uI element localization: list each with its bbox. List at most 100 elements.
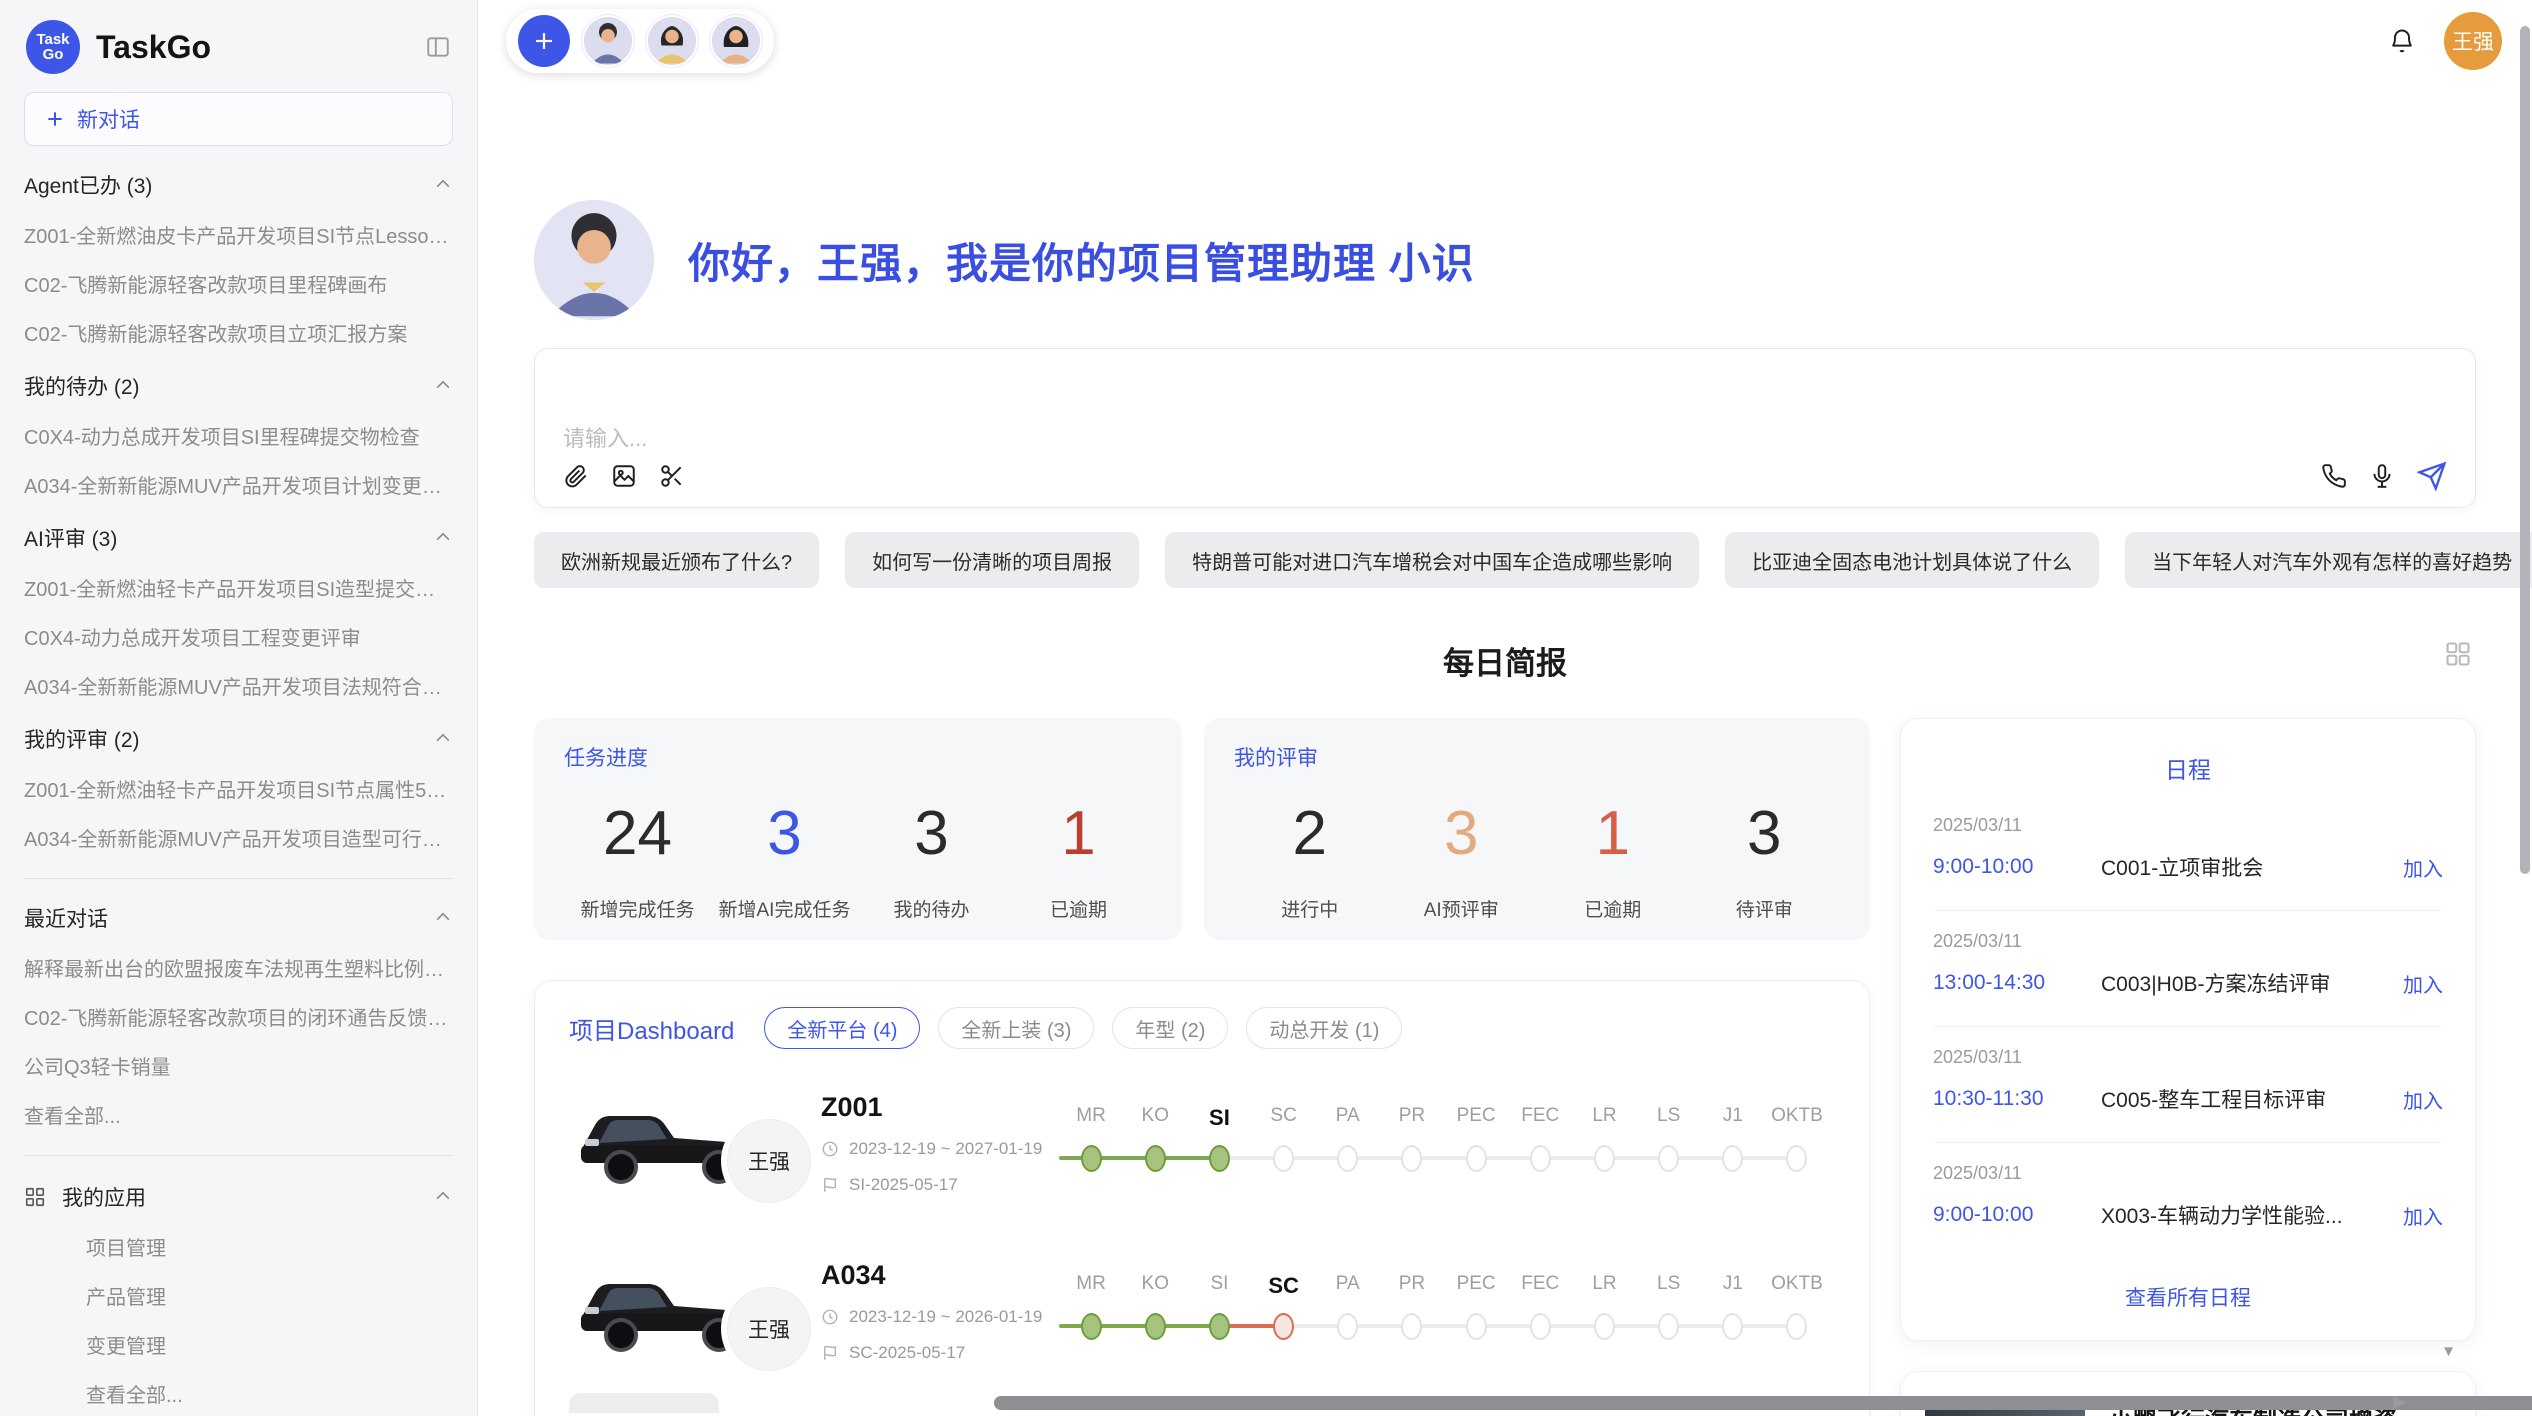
sidebar-item[interactable]: C02-飞腾新能源轻客改款项目的闭环通告反馈情况 xyxy=(24,1002,453,1031)
agent-avatar[interactable] xyxy=(710,15,762,67)
sidebar-item[interactable]: C0X4-动力总成开发项目SI里程碑提交物检查 xyxy=(24,421,453,450)
join-link[interactable]: 加入 xyxy=(2385,1085,2443,1114)
suggestion-chip[interactable]: 比亚迪全固态电池计划具体说了什么 xyxy=(1725,532,2099,588)
stat-value: 1 xyxy=(1005,798,1152,869)
horizontal-scrollbar[interactable] xyxy=(994,1396,2532,1410)
sidebar-item[interactable]: C0X4-动力总成开发项目工程变更评审 xyxy=(24,622,453,651)
owner-badge: 王强 xyxy=(727,1119,811,1203)
stats-card-title: 我的评审 xyxy=(1234,742,1840,772)
sidebar-item[interactable]: Z001-全新燃油轻卡产品开发项目SI造型提交物评审 xyxy=(24,573,453,602)
milestone-node xyxy=(1658,1145,1679,1172)
collapse-sidebar-icon[interactable] xyxy=(425,34,451,60)
milestone-label: KO xyxy=(1123,1105,1187,1131)
agent-avatar[interactable] xyxy=(582,15,634,67)
section-header[interactable]: 我的待办 (2) xyxy=(24,371,453,401)
join-link[interactable]: 加入 xyxy=(2385,1201,2443,1230)
send-icon[interactable] xyxy=(2417,461,2447,491)
dashboard-tab[interactable]: 动总开发 (1) xyxy=(1246,1007,1402,1049)
dashboard-header: 项目Dashboard 全新平台 (4)全新上装 (3)年型 (2)动总开发 (… xyxy=(535,981,1869,1057)
milestone-node xyxy=(1145,1313,1166,1340)
scissors-icon[interactable] xyxy=(659,463,685,489)
join-link[interactable]: 加入 xyxy=(2385,969,2443,998)
topbar: 王强 xyxy=(478,0,2532,72)
dashboard-tab[interactable]: 全新平台 (4) xyxy=(764,1007,920,1049)
suggestion-chip[interactable]: 欧洲新规最近颁布了什么? xyxy=(534,532,819,588)
dashboard-tab[interactable]: 年型 (2) xyxy=(1112,1007,1228,1049)
add-agent-button[interactable] xyxy=(518,15,570,67)
view-all-link[interactable]: 查看全部... xyxy=(24,1100,453,1129)
attachment-icon[interactable] xyxy=(563,463,589,489)
vertical-scrollbar[interactable] xyxy=(2520,26,2530,874)
project-flag-label: SI-2025-05-17 xyxy=(849,1175,958,1195)
milestone-nodes xyxy=(1059,1303,1829,1349)
project-dates: 2023-12-19 ~ 2027-01-19 xyxy=(849,1139,1042,1159)
scroll-down-arrow-icon[interactable]: ▼ xyxy=(2441,1343,2456,1360)
chevron-up-icon xyxy=(433,729,453,749)
sidebar-header: Task Go TaskGo xyxy=(24,14,453,92)
section-header[interactable]: AI评审 (3) xyxy=(24,523,453,553)
milestone-label: PEC xyxy=(1444,1273,1508,1299)
sidebar-item[interactable]: Z001-全新燃油皮卡产品开发项目SI节点Lesson Learn报告 xyxy=(24,220,453,249)
project-dates-row: 2023-12-19 ~ 2027-01-19 xyxy=(821,1139,1059,1159)
join-link[interactable]: 加入 xyxy=(2385,853,2443,882)
sidebar-item[interactable]: 解释最新出台的欧盟报废车法规再生塑料比例被调至15%... xyxy=(24,953,453,982)
layout-grid-icon[interactable] xyxy=(2444,640,2472,668)
milestone-label: J1 xyxy=(1701,1105,1765,1131)
stat-value: 2 xyxy=(1234,798,1386,869)
stats-card: 我的评审2进行中3AI预评审1已逾期3待评审 xyxy=(1204,718,1870,940)
suggestion-chip[interactable]: 特朗普可能对进口汽车增税会对中国车企造成哪些影响 xyxy=(1165,532,1699,588)
section-header[interactable]: Agent已办 (3) xyxy=(24,170,453,200)
input-toolbar xyxy=(563,461,2447,491)
section-header[interactable]: 最近对话 xyxy=(24,903,453,933)
sidebar-subitem[interactable]: 项目管理 xyxy=(86,1232,453,1261)
scroll-right-arrow-icon[interactable]: ▶ xyxy=(2393,1392,2406,1412)
new-chat-label: 新对话 xyxy=(77,104,140,134)
sidebar-item[interactable]: Z001-全新燃油轻卡产品开发项目SI节点属性5D文件评审 xyxy=(24,774,453,803)
view-all-schedule-link[interactable]: 查看所有日程 xyxy=(1933,1258,2443,1326)
section-header[interactable]: 我的评审 (2) xyxy=(24,724,453,754)
sidebar-subitem[interactable]: 产品管理 xyxy=(86,1281,453,1310)
stat-label: 已逾期 xyxy=(1005,895,1152,922)
microphone-icon[interactable] xyxy=(2369,463,2395,489)
notification-bell-icon[interactable] xyxy=(2388,27,2416,55)
agent-avatar[interactable] xyxy=(646,15,698,67)
stat: 3AI预评审 xyxy=(1385,798,1537,922)
voice-call-icon[interactable] xyxy=(2321,463,2347,489)
sidebar-item[interactable]: A034-全新新能源MUV产品开发项目计划变更表编写 xyxy=(24,470,453,499)
sidebar-item[interactable]: A034-全新新能源MUV产品开发项目造型可行性评审 xyxy=(24,823,453,852)
chat-input[interactable]: 请输入... xyxy=(534,348,2476,508)
schedule-card: 日程 2025/03/119:00-10:00C001-立项审批会加入2025/… xyxy=(1900,718,2476,1341)
project-flag-row: SI-2025-05-17 xyxy=(821,1175,1059,1195)
stat-label: 新增AI完成任务 xyxy=(711,895,858,922)
sidebar-subitem[interactable]: 变更管理 xyxy=(86,1330,453,1359)
new-chat-button[interactable]: 新对话 xyxy=(24,92,453,146)
image-upload-icon[interactable] xyxy=(611,463,637,489)
milestone-cells xyxy=(1059,1303,1829,1349)
stat-value: 3 xyxy=(1385,798,1537,869)
sidebar-item[interactable]: 公司Q3轻卡销量 xyxy=(24,1051,453,1080)
section-title: 最近对话 xyxy=(24,903,108,933)
flag-icon xyxy=(821,1176,839,1194)
milestone-label: PA xyxy=(1316,1273,1380,1299)
milestone-label: PR xyxy=(1380,1105,1444,1131)
schedule-time: 10:30-11:30 xyxy=(1933,1087,2101,1111)
sidebar-item-my-apps[interactable]: 我的应用 xyxy=(24,1182,453,1212)
view-all-link[interactable]: 查看全部... xyxy=(86,1379,453,1408)
user-avatar[interactable]: 王强 xyxy=(2444,12,2502,70)
project-media: 王强 xyxy=(569,1079,807,1207)
milestone-label: PEC xyxy=(1444,1105,1508,1131)
project-media: 王强 xyxy=(569,1247,807,1375)
dashboard-tab[interactable]: 全新上装 (3) xyxy=(938,1007,1094,1049)
suggestion-chip[interactable]: 当下年轻人对汽车外观有怎样的喜好趋势 xyxy=(2125,532,2532,588)
stat-label: 进行中 xyxy=(1234,895,1386,922)
suggestion-chip[interactable]: 如何写一份清晰的项目周报 xyxy=(845,532,1139,588)
chevron-up-icon xyxy=(433,376,453,396)
sidebar-item[interactable]: C02-飞腾新能源轻客改款项目里程碑画布 xyxy=(24,269,453,298)
sidebar-item[interactable]: C02-飞腾新能源轻客改款项目立项汇报方案 xyxy=(24,318,453,347)
owner-badge: 王强 xyxy=(727,1287,811,1371)
sidebar-item[interactable]: A034-全新新能源MUV产品开发项目法规符合性评审 xyxy=(24,671,453,700)
project-dates-row: 2023-12-19 ~ 2026-01-19 xyxy=(821,1307,1059,1327)
schedule-date: 2025/03/11 xyxy=(1933,815,2443,836)
milestone-label: MR xyxy=(1059,1273,1123,1299)
schedule-time: 9:00-10:00 xyxy=(1933,855,2101,879)
